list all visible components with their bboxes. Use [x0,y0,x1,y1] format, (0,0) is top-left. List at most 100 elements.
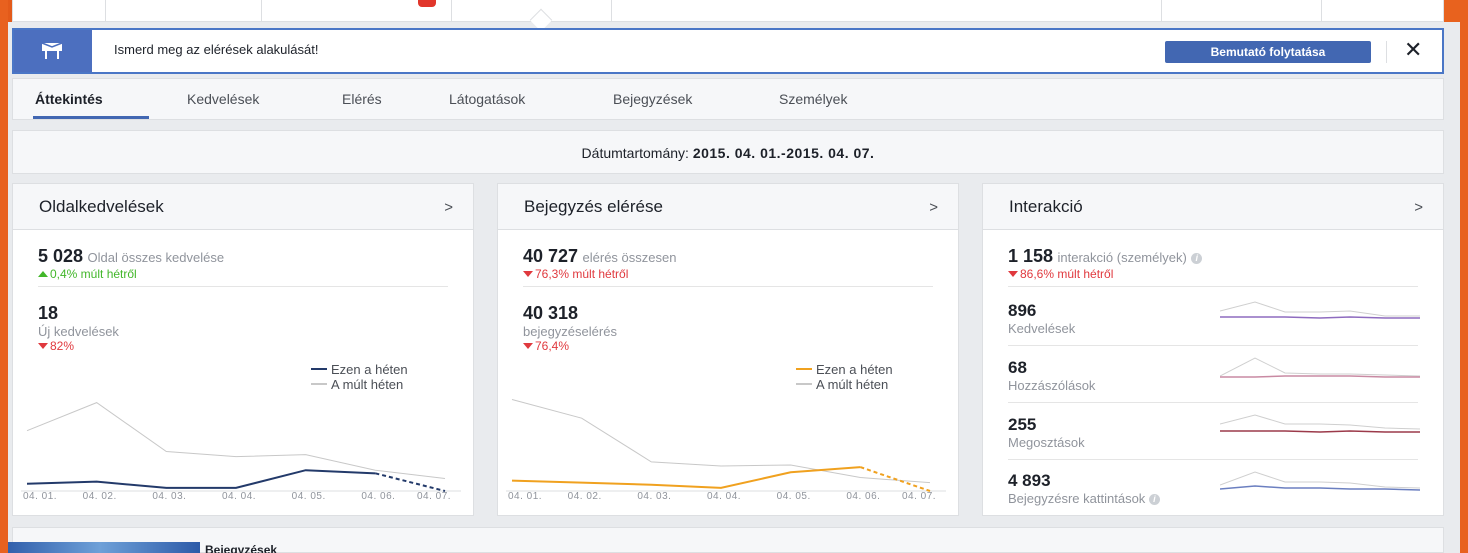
post-reach-label: bejegyzéselérés [523,324,617,339]
x-tick-label: 04. 01. [508,491,543,502]
metric-label: Kedvelések [1008,321,1076,336]
close-icon[interactable]: ✕ [1404,39,1422,61]
down-arrow-icon [38,343,48,349]
total-interaction-change: 86,6% múlt hétről [1008,267,1202,281]
nav-separator [261,0,262,22]
new-likes-value: 18 [38,303,59,323]
date-range-label: Dátumtartomány: [581,145,689,161]
chevron-right-icon[interactable]: > [929,199,938,216]
tab-posts[interactable]: Bejegyzések [613,91,692,107]
legend-swatch [796,368,812,370]
nav-separator [451,0,452,22]
card-title: Oldalkedvelések [39,197,164,216]
tab-visits[interactable]: Látogatások [449,91,525,107]
series-line-this-week-partial [375,472,446,492]
metric-label-text: Bejegyzésre kattintások [1008,491,1146,506]
x-tick-label: 04. 03. [152,491,187,502]
tour-banner: Ismerd meg az elérések alakulását! Bemut… [12,28,1444,74]
total-likes-block: 5 028 Oldal összes kedvelése 0,4% múlt h… [38,246,224,281]
card-header[interactable]: Oldalkedvelések > [13,184,473,230]
total-reach-change: 76,3% múlt hétről [523,267,676,281]
post-reach-card: Bejegyzés elérése > 40 727 elérés összes… [497,183,959,516]
continue-tour-button[interactable]: Bemutató folytatása [1165,41,1371,63]
banner-divider [1386,41,1387,63]
new-likes-label: Új kedvelések [38,324,119,339]
change-text: 86,6% múlt hétről [1020,267,1114,281]
post-reach-value: 40 318 [523,303,579,323]
likes-metric: 896 Kedvelések [1008,301,1075,336]
series-line-this-week-partial [860,466,931,492]
series-line-last-week [26,402,446,480]
x-tick-label: 04. 05. [291,491,326,502]
x-tick-label: 04. 05. [776,491,811,502]
divider [38,286,448,287]
tab-people[interactable]: Személyek [779,91,847,107]
active-tab-indicator [33,116,149,119]
down-arrow-icon [523,271,533,277]
x-tick-label: 04. 02. [82,491,117,502]
chevron-right-icon[interactable]: > [1414,199,1423,216]
change-text: 0,4% múlt hétről [50,267,137,281]
new-likes-change: 82% [38,339,119,353]
x-tick-label: 04. 07. [902,491,937,502]
nav-separator [611,0,612,22]
chevron-right-icon[interactable]: > [444,199,453,216]
notification-badge[interactable] [418,0,436,7]
x-tick-label: 04. 06. [361,491,396,502]
info-icon[interactable]: i [1191,253,1203,264]
total-likes-label: Oldal összes kedvelése [87,250,225,265]
shares-sparkline [1220,414,1420,433]
date-range-bar[interactable]: Dátumtartomány: 2015. 04. 01.-2015. 04. … [12,130,1444,174]
total-likes-change: 0,4% múlt hétről [38,267,224,281]
comments-metric: 68 Hozzászólások [1008,358,1095,393]
banner-message: Ismerd meg az elérések alakulását! [114,42,319,57]
metric-value: 4 893 [1008,471,1051,490]
likes-line-chart [21,402,461,492]
change-text: 82% [50,339,75,353]
post-thumbnail[interactable] [0,542,200,553]
clicks-metric: 4 893 Bejegyzésre kattintások i [1008,471,1160,506]
bottom-section-title: Bejegyzések [205,543,278,553]
down-arrow-icon [523,343,533,349]
top-navigation [12,0,1444,32]
x-tick-label: 04. 03. [637,491,672,502]
metric-label: Hozzászólások [1008,378,1096,393]
up-arrow-icon [38,271,48,277]
tab-likes[interactable]: Kedvelések [187,91,259,107]
card-title: Bejegyzés elérése [524,197,663,216]
total-reach-label: elérés összesen [582,250,677,265]
likes-sparkline [1220,301,1420,319]
tab-reach[interactable]: Elérés [342,91,382,107]
shares-metric: 255 Megosztások [1008,415,1085,450]
metric-label: Megosztások [1008,435,1085,450]
post-reach-change: 76,4% [523,339,617,353]
interaction-card: Interakció > 1 158 interakció (személyek… [982,183,1444,516]
info-icon[interactable]: i [1148,494,1160,505]
series-line-this-week [26,469,376,489]
card-header[interactable]: Bejegyzés elérése > [498,184,958,230]
nav-separator [1161,0,1162,22]
card-title: Interakció [1009,197,1083,216]
card-header[interactable]: Interakció > [983,184,1443,230]
legend-label: Ezen a héten [331,362,408,377]
insights-tabs: Áttekintés Kedvelések Elérés Látogatások… [12,78,1444,120]
divider [1008,402,1418,403]
legend-swatch [311,368,327,370]
x-tick-label: 04. 04. [707,491,742,502]
x-tick-label: 04. 06. [846,491,881,502]
legend-label: Ezen a héten [816,362,893,377]
divider [1008,286,1418,287]
total-interaction-label: interakció (személyek) [1057,250,1187,265]
new-likes-block: 18 Új kedvelések 82% [38,303,119,353]
post-reach-block: 40 318 bejegyzéselérés 76,4% [523,303,617,353]
nav-separator [1321,0,1322,22]
total-reach-value: 40 727 [523,246,579,266]
divider [1008,345,1418,346]
date-range-value: 2015. 04. 01.-2015. 04. 07. [692,145,875,161]
legend-this-week: Ezen a héten [796,362,893,377]
nav-separator [105,0,106,22]
tab-overview[interactable]: Áttekintés [35,91,103,107]
series-line-this-week [511,466,861,489]
divider [523,286,933,287]
x-tick-label: 04. 02. [567,491,602,502]
